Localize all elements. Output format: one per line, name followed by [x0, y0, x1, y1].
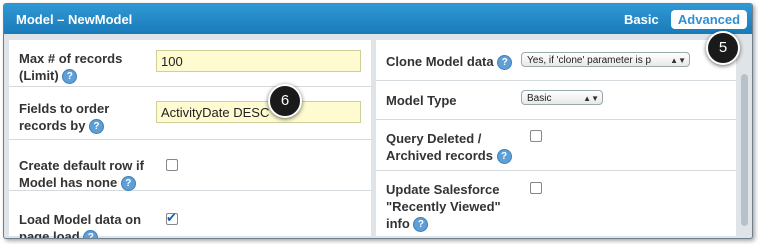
row-query-deleted: Query Deleted / Archived records ?: [376, 120, 736, 171]
scrollbar[interactable]: [741, 74, 748, 226]
model-type-select[interactable]: Basic ▲▼: [521, 90, 603, 105]
row-load-data: Load Model data on page load ?: [9, 191, 371, 238]
order-fields-input[interactable]: [156, 101, 361, 123]
row-model-type: Model Type Basic ▲▼: [376, 81, 736, 120]
right-column: Clone Model data ? Yes, if 'clone' param…: [376, 40, 736, 236]
select-arrows-icon: ▲▼: [583, 94, 599, 103]
recently-viewed-label: Update Salesforce "Recently Viewed" info…: [386, 182, 501, 233]
help-icon[interactable]: ?: [83, 230, 99, 238]
help-icon[interactable]: ?: [497, 55, 513, 71]
help-icon[interactable]: ?: [89, 119, 105, 135]
help-icon[interactable]: ?: [62, 69, 78, 85]
load-data-label: Load Model data on page load ?: [19, 211, 141, 238]
load-data-checkbox[interactable]: [166, 210, 178, 226]
default-row-label: Create default row if Model has none ?: [19, 158, 144, 192]
help-icon[interactable]: ?: [413, 217, 429, 233]
select-arrows-icon: ▲▼: [670, 56, 686, 65]
callout-badge-6: 6: [268, 84, 302, 118]
tab-advanced[interactable]: Advanced: [671, 10, 747, 29]
recently-viewed-checkbox[interactable]: [530, 182, 542, 194]
row-default-row: Create default row if Model has none ?: [9, 140, 371, 192]
row-clone: Clone Model data ? Yes, if 'clone' param…: [376, 40, 736, 81]
row-max-records: Max # of records (Limit) ?: [9, 40, 371, 87]
query-deleted-label: Query Deleted / Archived records ?: [386, 130, 512, 165]
help-icon[interactable]: ?: [496, 149, 512, 165]
help-icon[interactable]: ?: [120, 176, 136, 192]
row-order-fields: Fields to order records by ?: [9, 87, 371, 140]
default-row-checkbox[interactable]: [166, 159, 178, 171]
clone-select[interactable]: Yes, if 'clone' parameter is p ▲▼: [521, 52, 690, 67]
model-type-label: Model Type: [386, 93, 457, 108]
left-column: Max # of records (Limit) ? Fields to ord…: [9, 40, 371, 238]
model-properties-panel: Model – NewModel Basic Advanced Max # of…: [3, 3, 753, 239]
row-recently-viewed: Update Salesforce "Recently Viewed" info…: [376, 171, 736, 236]
clone-label: Clone Model data ?: [386, 53, 513, 71]
tab-basic[interactable]: Basic: [624, 12, 659, 27]
panel-title: Model – NewModel: [16, 12, 133, 27]
max-records-label: Max # of records (Limit) ?: [19, 51, 123, 85]
callout-badge-5: 5: [706, 31, 740, 65]
order-fields-label: Fields to order records by ?: [19, 101, 110, 135]
panel-header: Model – NewModel Basic Advanced: [4, 4, 752, 34]
max-records-input[interactable]: [156, 50, 361, 72]
query-deleted-checkbox[interactable]: [530, 130, 542, 142]
